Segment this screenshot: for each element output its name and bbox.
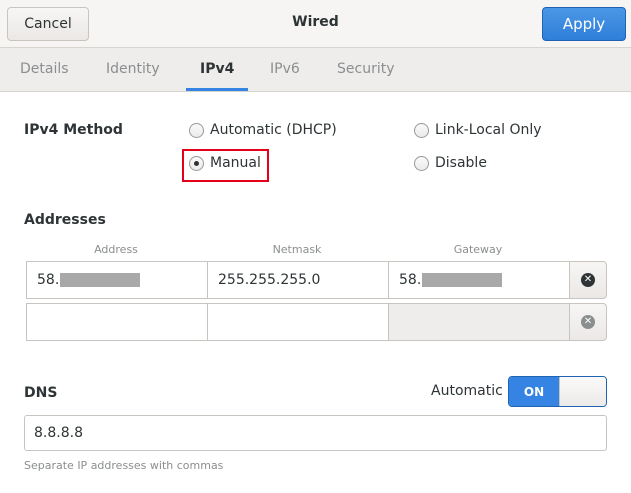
close-icon: ✕ (581, 315, 595, 329)
active-tab-indicator (186, 88, 248, 91)
dns-hint: Separate IP addresses with commas (24, 459, 224, 472)
radio-unchecked-icon (414, 155, 429, 171)
dns-automatic-switch[interactable]: ON (508, 376, 607, 407)
redacted-block (60, 273, 141, 287)
radio-unchecked-icon (189, 122, 204, 138)
gateway-value: 58. (399, 272, 422, 288)
radio-label: Link-Local Only (435, 122, 542, 138)
netmask-input-2[interactable] (207, 303, 389, 341)
radio-label: Disable (435, 155, 487, 171)
address-input-1[interactable]: 58. (26, 261, 208, 299)
switch-knob (559, 377, 606, 406)
netmask-value: 255.255.255.0 (218, 272, 321, 288)
tab-identity[interactable]: Identity (106, 61, 160, 77)
address-value: 58. (37, 272, 60, 288)
tab-ipv4[interactable]: IPv4 (200, 61, 234, 77)
radio-link-local-only[interactable]: Link-Local Only (414, 122, 542, 138)
dns-label: DNS (24, 385, 58, 401)
radio-label: Manual (210, 155, 261, 171)
radio-label: Automatic (DHCP) (210, 122, 337, 138)
tab-bar: Details Identity IPv4 IPv6 Security (0, 48, 631, 92)
column-header-netmask: Netmask (272, 243, 322, 256)
gateway-input-1[interactable]: 58. (388, 261, 570, 299)
addresses-label: Addresses (24, 212, 106, 228)
gateway-input-2 (388, 303, 570, 341)
apply-button[interactable]: Apply (542, 7, 626, 41)
radio-automatic-dhcp[interactable]: Automatic (DHCP) (189, 122, 337, 138)
tab-ipv6[interactable]: IPv6 (270, 61, 300, 77)
address-input-2[interactable] (26, 303, 208, 341)
switch-on-label: ON (509, 377, 559, 406)
ipv4-method-label: IPv4 Method (24, 122, 123, 138)
redacted-block (422, 273, 503, 287)
window-title: Wired (292, 14, 339, 30)
column-header-address: Address (94, 243, 138, 256)
radio-checked-icon (189, 155, 204, 171)
dns-input[interactable]: 8.8.8.8 (24, 415, 607, 451)
header-bar: Cancel Wired Apply (0, 0, 631, 48)
remove-address-button-1[interactable]: ✕ (569, 261, 607, 299)
dns-value: 8.8.8.8 (34, 425, 83, 441)
close-icon: ✕ (581, 273, 595, 287)
tab-details[interactable]: Details (20, 61, 69, 77)
dns-automatic-label: Automatic (431, 383, 503, 399)
tab-security[interactable]: Security (337, 61, 395, 77)
radio-manual[interactable]: Manual (189, 155, 261, 171)
remove-address-button-2[interactable]: ✕ (569, 303, 607, 341)
radio-disable[interactable]: Disable (414, 155, 487, 171)
radio-unchecked-icon (414, 122, 429, 138)
column-header-gateway: Gateway (453, 243, 503, 256)
netmask-input-1[interactable]: 255.255.255.0 (207, 261, 389, 299)
